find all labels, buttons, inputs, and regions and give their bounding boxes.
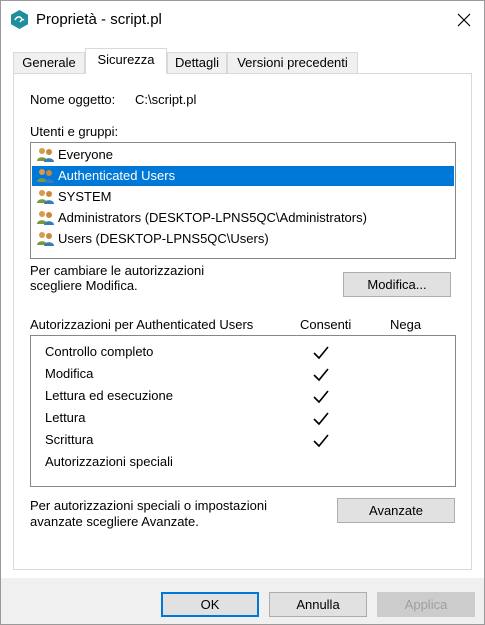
users-group-icon (37, 147, 55, 163)
permission-name: Scrittura (45, 432, 94, 447)
user-name: Authenticated Users (58, 168, 176, 183)
checkmark-icon (313, 390, 329, 404)
user-item-users[interactable]: Users (DESKTOP-LPNS5QC\Users) (32, 229, 454, 249)
user-name: Users (DESKTOP-LPNS5QC\Users) (58, 231, 269, 246)
checkmark-icon (313, 412, 329, 426)
tab-versioni-precedenti[interactable]: Versioni precedenti (227, 52, 358, 73)
permission-name: Lettura ed esecuzione (45, 388, 173, 403)
users-group-icon (37, 168, 55, 184)
tab-dettagli[interactable]: Dettagli (167, 52, 227, 73)
user-item-administrators[interactable]: Administrators (DESKTOP-LPNS5QC\Administ… (32, 208, 454, 228)
deny-column-header: Nega (390, 317, 422, 332)
advanced-hint-line1: Per autorizzazioni speciali o impostazio… (30, 498, 268, 513)
close-icon (457, 13, 471, 27)
permission-name: Lettura (45, 410, 86, 425)
close-button[interactable] (449, 5, 479, 35)
user-name: Administrators (DESKTOP-LPNS5QC\Administ… (58, 210, 367, 225)
change-hint-line2: scegliere Modifica. (30, 278, 138, 293)
object-name-value: C:\script.pl (135, 92, 197, 107)
change-hint-line1: Per cambiare le autorizzazioni (30, 263, 205, 278)
advanced-hint-line2: avanzate scegliere Avanzate. (30, 514, 199, 529)
permissions-list[interactable]: Controllo completo Modifica Lettura ed e… (30, 335, 456, 487)
user-name: Everyone (58, 147, 113, 162)
permission-name: Modifica (45, 366, 94, 381)
user-item-everyone[interactable]: Everyone (32, 145, 454, 165)
user-name: SYSTEM (58, 189, 112, 204)
user-item-system[interactable]: SYSTEM (32, 187, 454, 207)
ok-button[interactable]: OK (161, 592, 259, 617)
apply-button[interactable]: Applica (377, 592, 475, 617)
checkmark-icon (313, 346, 329, 360)
users-groups-label: Utenti e gruppi: (30, 124, 119, 139)
tab-sicurezza[interactable]: Sicurezza (85, 48, 167, 74)
checkmark-icon (313, 368, 329, 382)
user-item-authenticated-users[interactable]: Authenticated Users (32, 166, 454, 186)
permission-name: Controllo completo (45, 344, 154, 359)
users-groups-list[interactable]: Everyone Authenticated Users SYSTEM Admi… (30, 142, 456, 259)
tab-generale[interactable]: Generale (13, 52, 85, 73)
edit-permissions-button[interactable]: Modifica... (343, 272, 451, 297)
dialog-button-bar: OK Annulla Applica (1, 578, 484, 624)
cancel-button[interactable]: Annulla (269, 592, 367, 617)
properties-dialog: Proprietà - script.pl Generale Sicurezza… (0, 0, 485, 625)
permissions-header: Autorizzazioni per Authenticated Users (30, 317, 254, 332)
checkmark-icon (313, 434, 329, 448)
window-title: Proprietà - script.pl (36, 11, 162, 28)
users-group-icon (37, 231, 55, 247)
permission-name: Autorizzazioni speciali (45, 454, 173, 469)
script-file-icon (11, 10, 28, 29)
advanced-button[interactable]: Avanzate (337, 498, 455, 523)
object-name-label: Nome oggetto: (30, 92, 116, 107)
users-group-icon (37, 210, 55, 226)
title-bar: Proprietà - script.pl (1, 1, 484, 39)
users-group-icon (37, 189, 55, 205)
allow-column-header: Consenti (300, 317, 352, 332)
